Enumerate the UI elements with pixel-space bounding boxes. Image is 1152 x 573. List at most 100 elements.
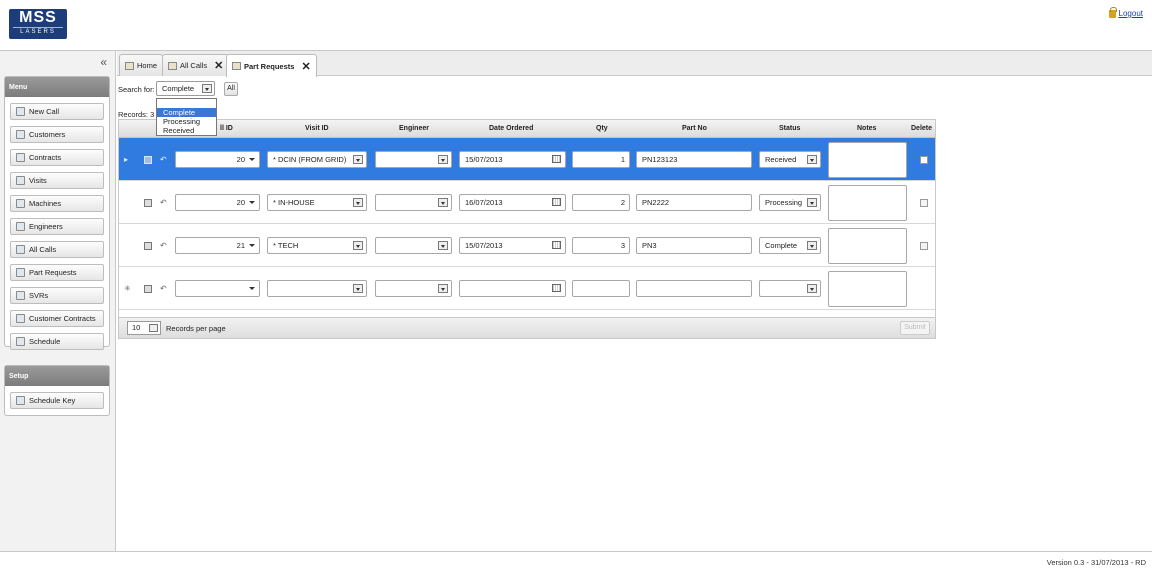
qty-field[interactable] [572, 280, 630, 297]
dropdown-option[interactable]: Received [157, 126, 216, 135]
notes-field[interactable] [828, 228, 907, 264]
call-id-value: 21 [236, 241, 245, 250]
dropdown-option[interactable] [157, 99, 216, 108]
save-icon[interactable] [144, 156, 152, 164]
sidebar-item-label: Schedule [29, 337, 61, 346]
dropdown-option[interactable]: Complete [157, 108, 216, 117]
call-id-select[interactable] [175, 280, 260, 297]
column-header[interactable]: Engineer [399, 125, 429, 132]
calendar-icon[interactable] [552, 241, 561, 249]
undo-icon[interactable]: ↶ [160, 155, 167, 164]
tab-part-requests[interactable]: Part Requests ✕ [226, 54, 317, 77]
call-id-select[interactable]: 20 [175, 151, 260, 168]
collapse-sidebar-icon[interactable]: « [100, 55, 107, 69]
all-button[interactable]: All [224, 82, 238, 96]
sidebar-item-all-calls[interactable]: All Calls [10, 241, 104, 258]
table-row-new[interactable]: ✳ ↶ [119, 267, 935, 310]
call-id-select[interactable]: 21 [175, 237, 260, 254]
menu-panel: Menu New Call Customers Contracts Visits… [4, 76, 110, 350]
date-ordered-field[interactable] [459, 280, 566, 297]
column-header[interactable]: Status [779, 125, 800, 132]
engineer-select[interactable] [375, 194, 452, 211]
page-size-select[interactable]: 10 [127, 321, 161, 335]
tab-home[interactable]: Home [119, 54, 164, 76]
close-icon[interactable]: ✕ [301, 60, 310, 73]
visit-id-select[interactable]: * TECH [267, 237, 367, 254]
notes-field[interactable] [828, 185, 907, 221]
part-no-field[interactable] [636, 280, 752, 297]
table-row[interactable]: ↶ 20 * IN-HOUSE 16/07/2013 2 PN2222 Proc… [119, 181, 935, 224]
submit-button[interactable]: Submit [900, 321, 930, 335]
engineer-select[interactable] [375, 237, 452, 254]
chevron-down-icon [438, 284, 448, 293]
sidebar-item-schedule-key[interactable]: Schedule Key [10, 392, 104, 409]
save-icon[interactable] [144, 285, 152, 293]
table-row[interactable]: ▸ ↶ 20 * DCIN (FROM GRID) 15/07/2013 1 P… [119, 138, 935, 181]
engineer-select[interactable] [375, 151, 452, 168]
sidebar-item-label: Contracts [29, 153, 62, 162]
status-select[interactable]: Processing [759, 194, 821, 211]
dropdown-option[interactable]: Processing [157, 117, 216, 126]
sidebar-item-engineers[interactable]: Engineers [10, 218, 104, 235]
calendar-icon[interactable] [552, 155, 561, 163]
tab-all-calls[interactable]: All Calls ✕ [162, 54, 230, 76]
tab-label: Home [137, 61, 158, 70]
visit-id-select[interactable]: * IN-HOUSE [267, 194, 367, 211]
column-header[interactable]: Delete [911, 125, 932, 132]
status-select[interactable]: Complete [759, 237, 821, 254]
column-header[interactable]: Part No [682, 125, 707, 132]
qty-field[interactable]: 3 [572, 237, 630, 254]
part-no-value: PN123123 [642, 155, 678, 164]
search-status-select[interactable]: Complete [156, 81, 215, 96]
call-id-select[interactable]: 20 [175, 194, 260, 211]
logout-link[interactable]: Logout [1108, 6, 1143, 18]
delete-checkbox[interactable] [920, 156, 928, 164]
qty-field[interactable]: 2 [572, 194, 630, 211]
column-header[interactable]: Date Ordered [489, 125, 533, 132]
part-no-field[interactable]: PN123123 [636, 151, 752, 168]
delete-checkbox[interactable] [920, 242, 928, 250]
sidebar-item-contracts[interactable]: Contracts [10, 149, 104, 166]
engineer-select[interactable] [375, 280, 452, 297]
sidebar-item-schedule[interactable]: Schedule [10, 333, 104, 350]
sidebar-item-part-requests[interactable]: Part Requests [10, 264, 104, 281]
save-icon[interactable] [144, 199, 152, 207]
sidebar-item-svrs[interactable]: SVRs [10, 287, 104, 304]
date-ordered-field[interactable]: 15/07/2013 [459, 151, 566, 168]
delete-checkbox[interactable] [920, 199, 928, 207]
date-ordered-field[interactable]: 16/07/2013 [459, 194, 566, 211]
qty-value: 3 [620, 241, 625, 250]
status-select[interactable] [759, 280, 821, 297]
new-call-icon [16, 107, 25, 116]
date-ordered-field[interactable]: 15/07/2013 [459, 237, 566, 254]
sidebar-item-customers[interactable]: Customers [10, 126, 104, 143]
sidebar-item-label: SVRs [29, 291, 49, 300]
undo-icon[interactable]: ↶ [160, 198, 167, 207]
close-icon[interactable]: ✕ [214, 59, 223, 72]
sidebar-item-customer-contracts[interactable]: Customer Contracts [10, 310, 104, 327]
undo-icon[interactable]: ↶ [160, 284, 167, 293]
tab-label: Part Requests [244, 61, 295, 71]
column-header[interactable]: Qty [596, 125, 608, 132]
sidebar-item-label: Customer Contracts [29, 314, 96, 323]
notes-field[interactable] [828, 271, 907, 307]
qty-field[interactable]: 1 [572, 151, 630, 168]
visit-id-select[interactable]: * DCIN (FROM GRID) [267, 151, 367, 168]
calendar-icon[interactable] [552, 198, 561, 206]
column-header[interactable]: Notes [857, 125, 876, 132]
notes-field[interactable] [828, 142, 907, 178]
sidebar-item-machines[interactable]: Machines [10, 195, 104, 212]
visit-id-select[interactable] [267, 280, 367, 297]
part-no-field[interactable]: PN3 [636, 237, 752, 254]
sidebar-item-visits[interactable]: Visits [10, 172, 104, 189]
column-header[interactable]: Visit ID [305, 125, 329, 132]
sidebar-item-new-call[interactable]: New Call [10, 103, 104, 120]
status-select[interactable]: Received [759, 151, 821, 168]
chevron-down-icon [353, 241, 363, 250]
calendar-icon[interactable] [552, 284, 561, 292]
undo-icon[interactable]: ↶ [160, 241, 167, 250]
column-header[interactable]: ll ID [220, 125, 233, 132]
table-row[interactable]: ↶ 21 * TECH 15/07/2013 3 PN3 Complete [119, 224, 935, 267]
part-no-field[interactable]: PN2222 [636, 194, 752, 211]
save-icon[interactable] [144, 242, 152, 250]
